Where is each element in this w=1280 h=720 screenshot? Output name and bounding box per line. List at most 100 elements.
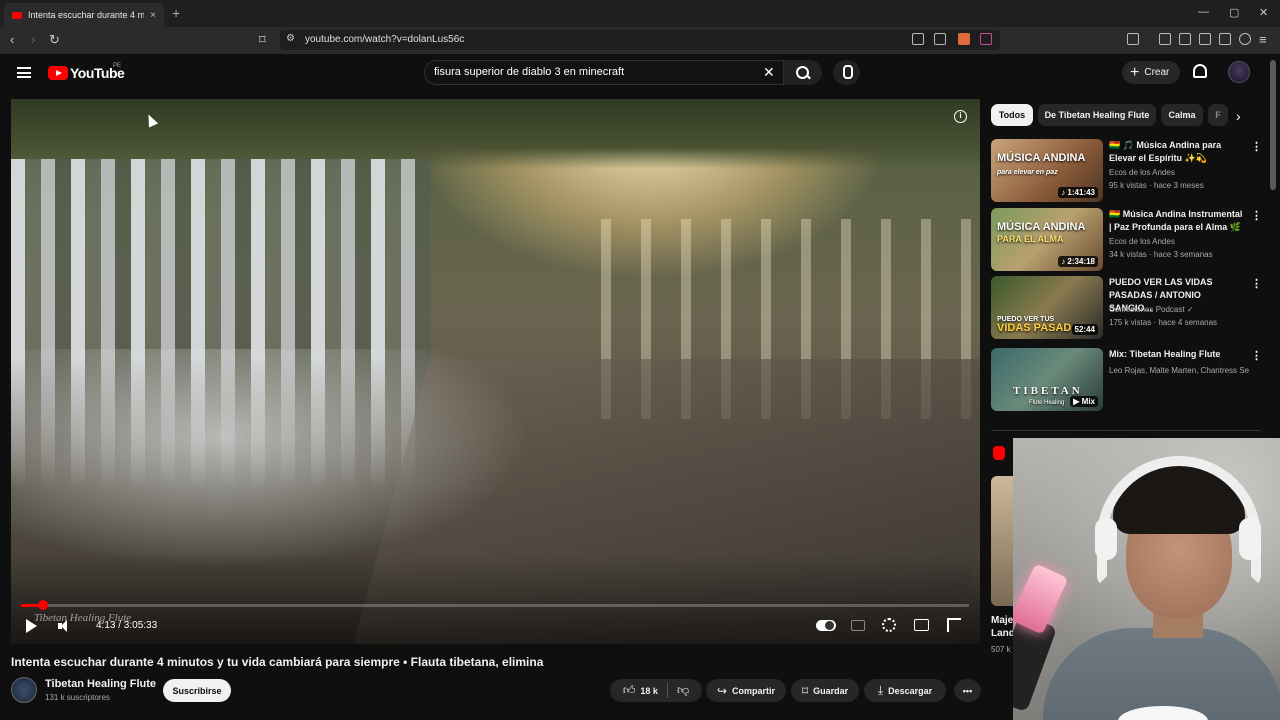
ai-icon[interactable] — [1219, 33, 1231, 45]
forward-icon[interactable]: › — [31, 32, 35, 47]
tab-close-icon[interactable]: × — [150, 10, 156, 21]
volume-icon[interactable] — [58, 620, 72, 632]
video-thumbnail[interactable]: MÚSICA ANDINA para elevar en paz ♪ 1:41:… — [991, 139, 1103, 202]
save-button[interactable]: ⌑ Guardar — [791, 679, 859, 702]
youtube-logo-icon[interactable] — [48, 66, 68, 80]
reload-icon[interactable]: ↻ — [49, 32, 60, 48]
partial-video-meta: 507 k — [991, 645, 1011, 654]
screenshot-icon[interactable] — [1127, 33, 1139, 45]
kebab-menu-icon[interactable]: ⋮ — [1251, 349, 1262, 362]
like-divider — [666, 683, 668, 698]
music-icon[interactable] — [1159, 33, 1171, 45]
search-icon[interactable] — [784, 60, 822, 85]
channel-name[interactable]: Ecos de los Andes — [1109, 237, 1175, 246]
chip-partial[interactable]: F — [1208, 104, 1228, 126]
time-display: 4:13 / 3:05:33 — [96, 620, 158, 631]
site-info-icon[interactable]: ⚙ — [286, 33, 295, 44]
video-thumbnail[interactable]: PUEDO VER TUS VIDAS PASAD 52:44 — [991, 276, 1103, 339]
menu-icon[interactable]: ≡ — [1259, 32, 1267, 47]
video-player[interactable] — [11, 99, 980, 644]
video-title[interactable]: 🇧🇴 🎵 Música Andina para Elevar el Espíri… — [1109, 139, 1245, 165]
channel-name[interactable]: Tibetan Healing Flute — [45, 678, 156, 690]
share-button[interactable]: ↪ Compartir — [706, 679, 786, 702]
recommendation-item[interactable]: MÚSICA ANDINA para elevar en paz ♪ 1:41:… — [991, 139, 1262, 203]
partial-video-title[interactable]: Maje Land — [991, 614, 1015, 640]
recommendation-item[interactable]: MÚSICA ANDINA PARA EL ALMA ♪ 2:34:18 🇧🇴 … — [991, 208, 1262, 272]
wallet-icon[interactable] — [1199, 33, 1211, 45]
like-count[interactable]: 18 k — [640, 686, 658, 696]
user-avatar[interactable] — [1228, 61, 1250, 83]
download-label: Descargar — [888, 685, 933, 696]
chip-channel[interactable]: De Tibetan Healing Flute — [1038, 104, 1156, 126]
create-button[interactable]: + Crear — [1122, 61, 1180, 84]
maximize-button[interactable]: ▢ — [1229, 6, 1239, 19]
chip-todos[interactable]: Todos — [991, 104, 1033, 126]
subtitles-icon[interactable] — [851, 620, 865, 631]
recommendation-item[interactable]: TIBETAN Flute Healing ▶ Mix Mix: Tibetan… — [991, 348, 1262, 412]
partial-thumbnail[interactable] — [991, 476, 1013, 606]
video-title[interactable]: 🇧🇴 Música Andina Instrumental | Paz Prof… — [1109, 208, 1245, 234]
browser-tab[interactable]: Intenta escuchar durante 4 minu × — [4, 3, 164, 27]
url-text: youtube.com/watch?v=dolanLus56c — [305, 34, 465, 45]
plus-icon: + — [1130, 63, 1140, 81]
progress-scrubber[interactable] — [37, 600, 48, 610]
minimize-button[interactable]: — — [1198, 6, 1209, 18]
microphone-icon[interactable] — [833, 60, 860, 85]
back-icon[interactable]: ‹ — [10, 32, 14, 47]
recommendation-item[interactable]: PUEDO VER TUS VIDAS PASAD 52:44 PUEDO VE… — [991, 276, 1262, 340]
download-button[interactable]: ⤓ Descargar — [864, 679, 946, 702]
thumbs-up-icon[interactable]: 👍︎ — [623, 683, 636, 698]
channel-avatar[interactable] — [11, 677, 37, 703]
partial-title-line: Maje — [991, 615, 1014, 626]
play-icon[interactable] — [26, 619, 37, 633]
chip-calma[interactable]: Calma — [1161, 104, 1203, 126]
more-actions-icon[interactable]: ••• — [954, 679, 981, 702]
webcam-overlay — [1013, 438, 1280, 720]
info-icon[interactable]: i — [954, 110, 967, 123]
search-query: fisura superior de diablo 3 en minecraft — [434, 66, 625, 78]
rewards-icon[interactable] — [980, 33, 992, 45]
create-label: Crear — [1144, 67, 1170, 78]
hamburger-menu-icon[interactable] — [17, 67, 31, 78]
sidebar-icon[interactable] — [1179, 33, 1191, 45]
cast-icon[interactable] — [912, 33, 924, 45]
clear-search-icon[interactable]: ✕ — [763, 64, 775, 81]
autoplay-toggle[interactable] — [816, 620, 836, 631]
brave-shield-icon[interactable] — [958, 33, 970, 45]
thumbnail-text: MÚSICA ANDINA — [997, 152, 1086, 164]
vpn-icon[interactable] — [1239, 33, 1251, 45]
channel-name[interactable]: Confesiones Podcast ✓ — [1109, 305, 1194, 314]
kebab-menu-icon[interactable]: ⋮ — [1251, 140, 1262, 153]
channel-name[interactable]: Ecos de los Andes — [1109, 168, 1175, 177]
channel-name[interactable]: Leo Rojas, Malte Marten, Chantress Seb..… — [1109, 366, 1249, 375]
thumbnail-subtext: PARA EL ALMA — [997, 234, 1064, 244]
video-thumbnail[interactable]: TIBETAN Flute Healing ▶ Mix — [991, 348, 1103, 411]
share-arrow-icon: ↪ — [716, 683, 728, 698]
fullscreen-icon[interactable] — [947, 618, 961, 632]
thumbs-down-icon[interactable]: 👎︎ — [677, 683, 689, 698]
settings-gear-icon[interactable] — [882, 618, 896, 632]
subscribe-button[interactable]: Suscribirse — [163, 679, 231, 702]
chips-next-icon[interactable]: › — [1236, 108, 1241, 124]
video-duration: ♪ 1:41:43 — [1058, 187, 1098, 198]
close-window-button[interactable]: ✕ — [1259, 6, 1268, 19]
video-meta: 175 k vistas · hace 4 semanas — [1109, 318, 1218, 327]
headphone-earcup-left — [1095, 518, 1117, 560]
miniplayer-icon[interactable] — [914, 619, 929, 631]
thumbnail-subtext: para elevar en paz — [997, 169, 1058, 176]
video-frame-mist — [11, 349, 531, 569]
notifications-bell-icon[interactable] — [1193, 64, 1207, 78]
kebab-menu-icon[interactable]: ⋮ — [1251, 209, 1262, 222]
page-scrollbar[interactable] — [1270, 60, 1276, 190]
share-page-icon[interactable] — [934, 33, 946, 45]
video-title[interactable]: Mix: Tibetan Healing Flute — [1109, 348, 1245, 361]
video-meta: 34 k vistas · hace 3 semanas — [1109, 250, 1213, 259]
video-thumbnail[interactable]: MÚSICA ANDINA PARA EL ALMA ♪ 2:34:18 — [991, 208, 1103, 271]
thumbnail-text: MÚSICA ANDINA — [997, 221, 1086, 233]
video-duration: ♪ 2:34:18 — [1058, 256, 1098, 267]
new-tab-button[interactable]: + — [172, 5, 180, 21]
progress-bar[interactable] — [21, 600, 969, 610]
kebab-menu-icon[interactable]: ⋮ — [1251, 277, 1262, 290]
bookmark-icon[interactable]: ⌑ — [259, 32, 266, 48]
video-duration: ▶ Mix — [1070, 396, 1098, 407]
